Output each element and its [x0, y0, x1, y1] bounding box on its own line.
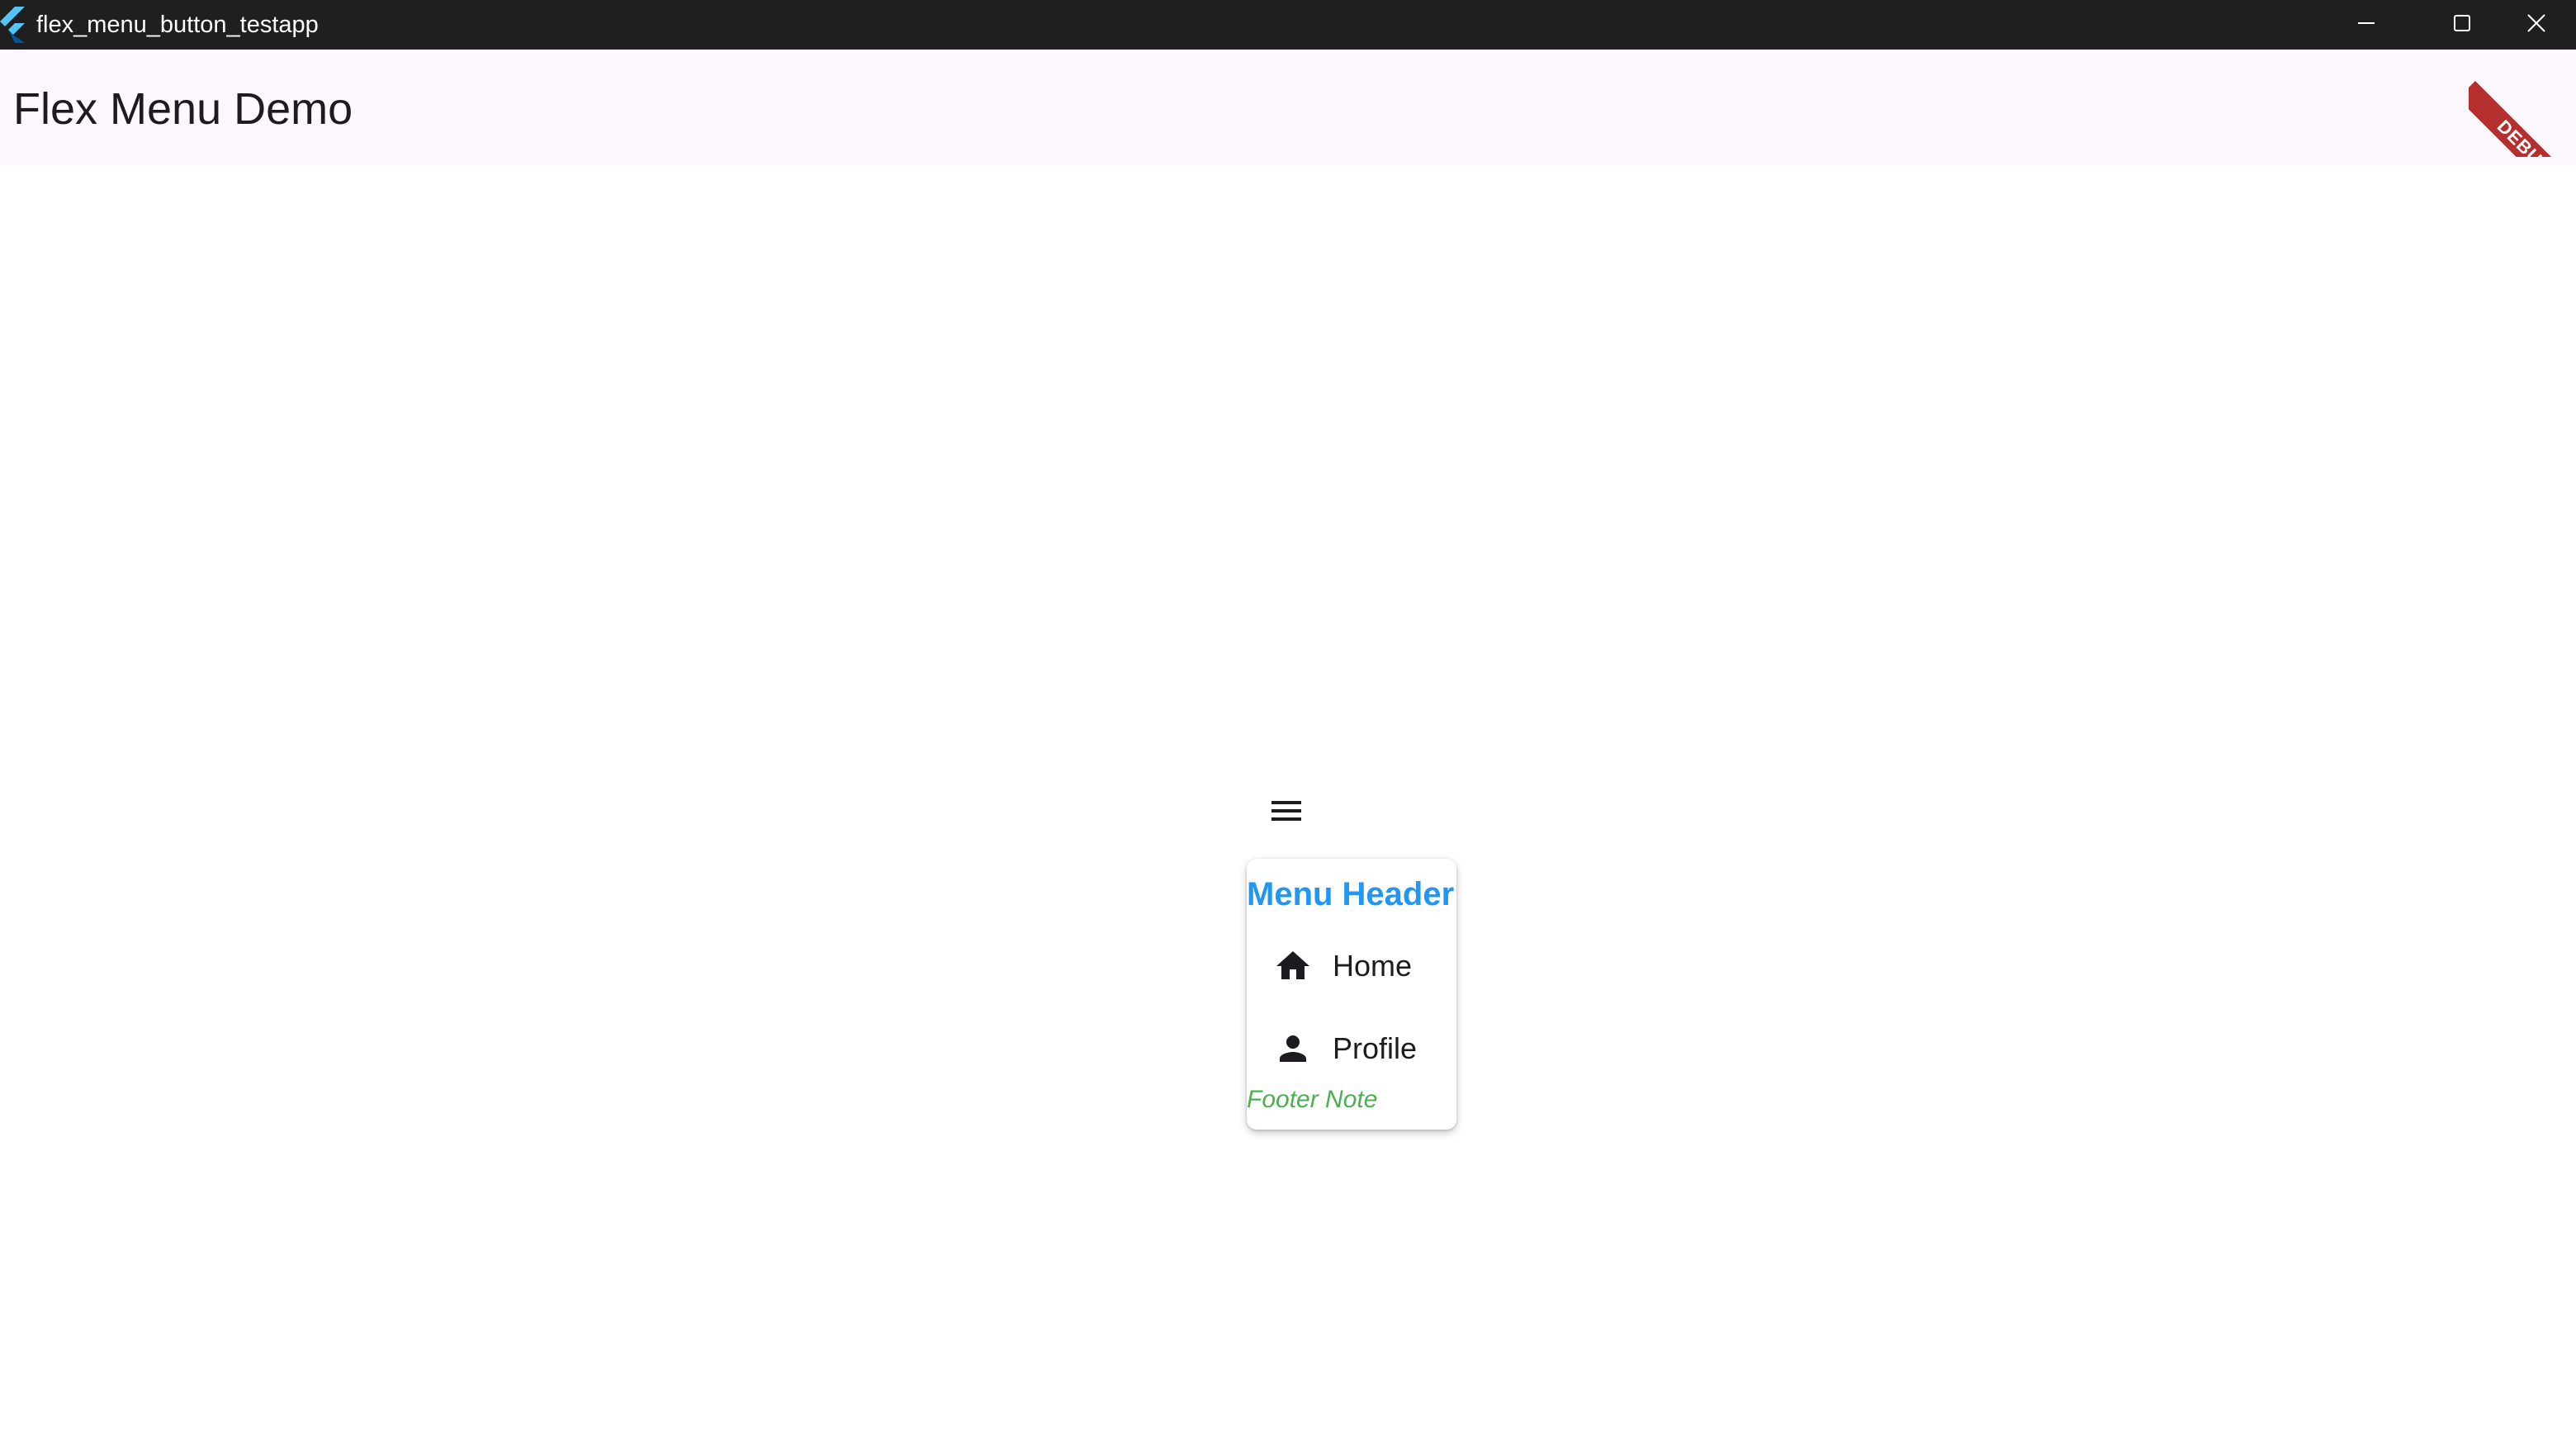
app-bar: Flex Menu Demo — [0, 50, 2576, 165]
window-titlebar: flex_menu_button_testapp — [0, 0, 2576, 50]
window-title: flex_menu_button_testapp — [36, 12, 319, 38]
menu-item-label: Home — [1333, 949, 1413, 983]
maximize-button[interactable] — [2414, 0, 2510, 50]
minimize-button[interactable] — [2318, 0, 2414, 50]
flex-menu-popup: Menu Header Home Profile Footer Note — [1247, 859, 1456, 1130]
maximize-icon — [2453, 14, 2471, 36]
close-icon — [2526, 13, 2546, 37]
minimize-icon — [2357, 14, 2375, 36]
person-icon — [1273, 1029, 1313, 1068]
menu-item-label: Profile — [1333, 1031, 1418, 1065]
menu-footer-note: Footer Note — [1247, 1086, 1378, 1113]
menu-header: Menu Header — [1247, 876, 1455, 912]
menu-item-home[interactable]: Home — [1247, 926, 1456, 1006]
debug-banner-label: DEBUG — [2469, 81, 2576, 157]
page-title: Flex Menu Demo — [13, 84, 353, 134]
debug-banner: DEBUG — [2469, 50, 2576, 157]
flutter-logo-icon — [0, 7, 26, 43]
menu-item-profile[interactable]: Profile — [1247, 1009, 1456, 1088]
close-button[interactable] — [2497, 0, 2576, 50]
menu-icon — [1270, 794, 1303, 831]
menu-button[interactable] — [1265, 791, 1308, 834]
home-icon — [1273, 946, 1313, 986]
